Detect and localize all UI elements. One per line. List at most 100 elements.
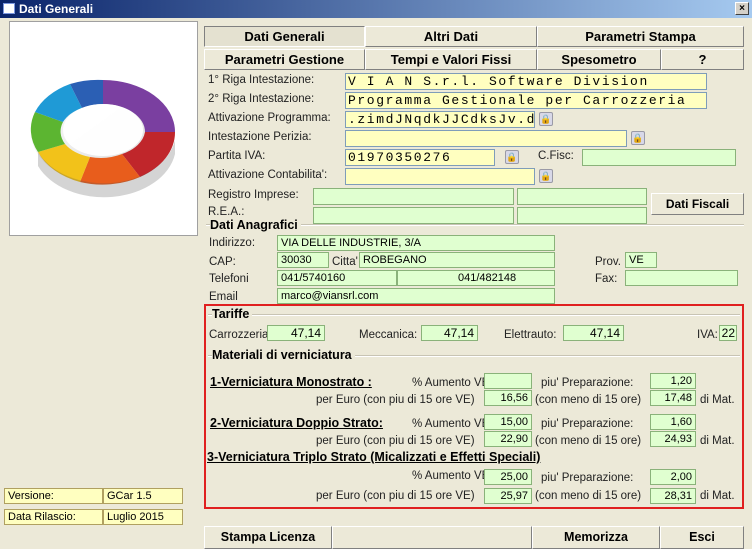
carrozzeria-field[interactable]: 47,14 <box>267 325 325 341</box>
tab-parametri-stampa[interactable]: Parametri Stampa <box>537 26 744 47</box>
cfisc-field[interactable] <box>582 149 736 166</box>
cap-label: CAP: <box>209 256 236 268</box>
triplo-aumento-field[interactable]: 25,00 <box>484 469 532 485</box>
rea-field-2[interactable] <box>517 207 647 224</box>
stampa-licenza-button[interactable]: Stampa Licenza <box>204 526 332 549</box>
meno-label: (con meno di 15 ore) <box>535 435 642 447</box>
registro-field-1[interactable] <box>313 188 514 205</box>
meccanica-field[interactable]: 47,14 <box>421 325 478 341</box>
tab-spesometro[interactable]: Spesometro <box>537 49 661 70</box>
app-icon <box>3 3 15 14</box>
riga2-label: 2° Riga Intestazione: <box>208 93 315 105</box>
registro-field-2[interactable] <box>517 188 647 205</box>
monostrato-meno15-field[interactable]: 17,48 <box>650 390 696 406</box>
logo-ring-icon <box>30 79 176 198</box>
tab-altri-dati[interactable]: Altri Dati <box>365 26 537 47</box>
citta-label: Citta' <box>332 256 358 268</box>
carrozzeria-label: Carrozzeria: <box>209 329 272 341</box>
perizia-label: Intestazione Perizia: <box>208 131 312 143</box>
meccanica-label: Meccanica: <box>359 329 418 341</box>
esci-button[interactable]: Esci <box>660 526 744 549</box>
per-euro-label: per Euro (con piu di 15 ore VE) <box>316 435 475 447</box>
elettrauto-label: Elettrauto: <box>504 329 557 341</box>
doppio-aumento-field[interactable]: 15,00 <box>484 414 532 430</box>
lock-icon[interactable]: 🔒 <box>539 169 553 183</box>
aumento-label: % Aumento VE <box>412 377 490 389</box>
versione-label: Versione: <box>4 488 103 504</box>
cfisc-label: C.Fisc: <box>538 150 574 162</box>
contab-label: Attivazione Contabilita': <box>208 169 328 181</box>
email-field[interactable]: marco@viansrl.com <box>277 288 555 304</box>
iva-label: IVA: <box>697 329 718 341</box>
di-mat-label: di Mat. <box>700 490 735 502</box>
prov-label: Prov. <box>595 256 621 268</box>
triplo-meno15-field[interactable]: 28,31 <box>650 488 696 504</box>
versione-value: GCar 1.5 <box>103 488 183 504</box>
tariffe-title: Tariffe <box>212 307 253 321</box>
monostrato-piu15-field[interactable]: 16,56 <box>484 390 532 406</box>
riga2-field[interactable]: Programma Gestionale per Carrozzeria <box>345 92 707 109</box>
di-mat-label: di Mat. <box>700 394 735 406</box>
telefoni-label: Telefoni <box>209 273 249 285</box>
fax-label: Fax: <box>595 273 618 285</box>
left-panel: Versione: GCar 1.5 Data Rilascio: Luglio… <box>0 18 204 549</box>
tab-tempi-valori-fissi[interactable]: Tempi e Valori Fissi <box>365 49 537 70</box>
rea-label: R.E.A.: <box>208 206 245 218</box>
tab-help[interactable]: ? <box>661 49 744 70</box>
attivazione-field[interactable]: .zimdJNqdkJJCdksJv.d <box>345 111 535 128</box>
logo <box>9 21 198 236</box>
citta-field[interactable]: ROBEGANO <box>359 252 555 268</box>
preparazione-label: piu' Preparazione: <box>541 377 634 389</box>
divider <box>208 314 740 316</box>
per-euro-label: per Euro (con piu di 15 ore VE) <box>316 394 475 406</box>
riga1-field[interactable]: V I A N S.r.l. Software Division <box>345 73 707 90</box>
indirizzo-field[interactable]: VIA DELLE INDUSTRIE, 3/A <box>277 235 555 251</box>
triplo-strato-title: 3-Verniciatura Triplo Strato (Micalizzat… <box>207 450 541 464</box>
lock-icon[interactable]: 🔒 <box>631 131 645 145</box>
rea-field-1[interactable] <box>313 207 514 224</box>
per-euro-label: per Euro (con piu di 15 ore VE) <box>316 490 475 502</box>
anagrafici-title: Dati Anagrafici <box>210 218 301 232</box>
triplo-prep-field[interactable]: 2,00 <box>650 469 696 485</box>
blank-button <box>332 526 532 549</box>
cap-field[interactable]: 30030 <box>277 252 329 268</box>
di-mat-label: di Mat. <box>700 435 735 447</box>
rilascio-value: Luglio 2015 <box>103 509 183 525</box>
triplo-piu15-field[interactable]: 25,97 <box>484 488 532 504</box>
window-title: Dati Generali <box>19 2 94 16</box>
email-label: Email <box>209 291 238 303</box>
iva-field[interactable]: 22 <box>719 325 737 341</box>
tab-parametri-gestione[interactable]: Parametri Gestione <box>204 49 365 70</box>
riga1-label: 1° Riga Intestazione: <box>208 74 315 86</box>
piva-label: Partita IVA: <box>208 150 266 162</box>
verniciatura-title: Materiali di verniciatura <box>212 348 355 362</box>
telefono-1-field[interactable]: 041/5740160 <box>277 270 397 286</box>
doppio-piu15-field[interactable]: 22,90 <box>484 431 532 447</box>
elettrauto-field[interactable]: 47,14 <box>563 325 624 341</box>
monostrato-aumento-field[interactable] <box>484 373 532 389</box>
meno-label: (con meno di 15 ore) <box>535 394 642 406</box>
window: Dati Generali × Versione: GCar 1.5 Data … <box>0 0 752 549</box>
tab-dati-generali[interactable]: Dati Generali <box>204 26 365 47</box>
dati-fiscali-button[interactable]: Dati Fiscali <box>651 193 744 215</box>
lock-icon[interactable]: 🔒 <box>505 150 519 164</box>
doppio-prep-field[interactable]: 1,60 <box>650 414 696 430</box>
preparazione-label: piu' Preparazione: <box>541 418 634 430</box>
perizia-field[interactable] <box>345 130 627 147</box>
prov-field[interactable]: VE <box>625 252 657 268</box>
registro-label: Registro Imprese: <box>208 189 299 201</box>
fax-field[interactable] <box>625 270 738 286</box>
aumento-label: % Aumento VE <box>412 470 490 482</box>
rilascio-label: Data Rilascio: <box>4 509 103 525</box>
contab-field[interactable] <box>345 168 535 185</box>
attivazione-label: Attivazione Programma: <box>208 112 331 124</box>
doppio-meno15-field[interactable]: 24,93 <box>650 431 696 447</box>
lock-icon[interactable]: 🔒 <box>539 112 553 126</box>
close-button[interactable]: × <box>735 2 749 15</box>
indirizzo-label: Indirizzo: <box>209 237 256 249</box>
memorizza-button[interactable]: Memorizza <box>532 526 660 549</box>
telefono-2-field[interactable]: 041/482148 <box>397 270 555 286</box>
piva-field[interactable]: 01970350276 <box>345 149 495 166</box>
aumento-label: % Aumento VE <box>412 418 490 430</box>
monostrato-prep-field[interactable]: 1,20 <box>650 373 696 389</box>
